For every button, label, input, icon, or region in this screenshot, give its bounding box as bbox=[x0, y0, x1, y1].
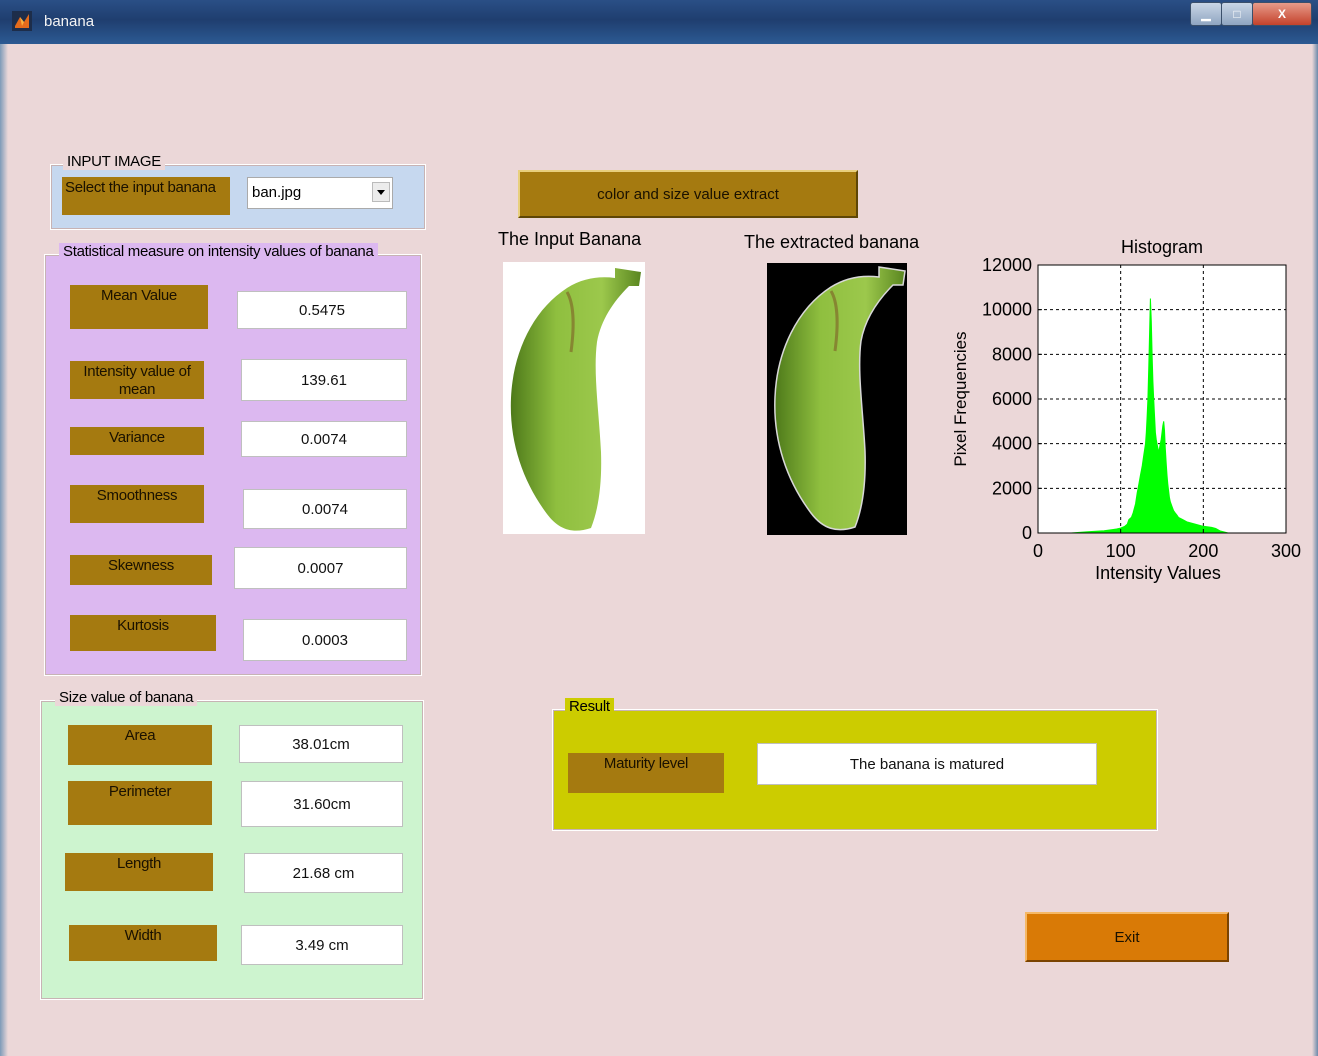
input-image-panel-title: INPUT IMAGE bbox=[63, 153, 165, 170]
smoothness-field[interactable]: 0.0074 bbox=[243, 489, 407, 529]
chart-title: Histogram bbox=[1121, 237, 1203, 257]
y-axis-label: Pixel Frequencies bbox=[951, 331, 970, 466]
maturity-level-label: Maturity level bbox=[568, 753, 724, 793]
maturity-result-field[interactable]: The banana is matured bbox=[757, 743, 1097, 785]
input-banana-title: The Input Banana bbox=[498, 229, 642, 249]
x-tick-label: 100 bbox=[1106, 541, 1136, 561]
main-window: banana ▁ □ X INPUT IMAGE Select the inpu… bbox=[0, 0, 1318, 1056]
window-left-edge bbox=[0, 44, 8, 1056]
input-banana-image bbox=[503, 262, 645, 534]
y-tick-label: 12000 bbox=[982, 255, 1032, 275]
x-axis-label: Intensity Values bbox=[1095, 563, 1221, 583]
perimeter-field[interactable]: 31.60cm bbox=[241, 781, 403, 827]
statistics-panel-title: Statistical measure on intensity values … bbox=[59, 243, 378, 260]
input-image-panel: INPUT IMAGE Select the input banana ban.… bbox=[50, 153, 426, 230]
select-banana-label: Select the input banana bbox=[62, 177, 230, 215]
mean-value-field[interactable]: 0.5475 bbox=[237, 291, 407, 329]
y-tick-label: 10000 bbox=[982, 300, 1032, 320]
skewness-field[interactable]: 0.0007 bbox=[234, 547, 407, 589]
intensity-mean-label: Intensity value of mean bbox=[70, 361, 204, 399]
length-field[interactable]: 21.68 cm bbox=[244, 853, 403, 893]
minimize-button[interactable]: ▁ bbox=[1190, 2, 1222, 26]
variance-field[interactable]: 0.0074 bbox=[241, 421, 407, 457]
y-tick-label: 4000 bbox=[992, 434, 1032, 454]
area-label: Area bbox=[68, 725, 212, 765]
maximize-button[interactable]: □ bbox=[1221, 2, 1253, 26]
length-label: Length bbox=[65, 853, 213, 891]
perimeter-label: Perimeter bbox=[68, 781, 212, 825]
variance-label: Variance bbox=[70, 427, 204, 455]
width-label: Width bbox=[69, 925, 217, 961]
skewness-label: Skewness bbox=[70, 555, 212, 585]
window-controls: ▁ □ X bbox=[1190, 2, 1312, 26]
width-field[interactable]: 3.49 cm bbox=[241, 925, 403, 965]
size-panel: Size value of banana Area 38.01cm Perime… bbox=[40, 689, 424, 1000]
histogram-chart: 0 100 200 300 0 2000 4000 6000 8000 10000 12000 His… bbox=[951, 237, 1301, 583]
mean-value-label: Mean Value bbox=[70, 285, 208, 329]
matlab-icon bbox=[12, 11, 32, 31]
kurtosis-field[interactable]: 0.0003 bbox=[243, 619, 407, 661]
statistics-panel: Statistical measure on intensity values … bbox=[44, 243, 422, 676]
file-select-dropdown[interactable]: ban.jpg bbox=[247, 177, 393, 209]
file-select-value: ban.jpg bbox=[252, 184, 302, 201]
x-tick-label: 0 bbox=[1033, 541, 1043, 561]
chevron-down-icon bbox=[377, 190, 385, 195]
y-tick-label: 6000 bbox=[992, 389, 1032, 409]
result-panel-title: Result bbox=[565, 698, 614, 715]
smoothness-label: Smoothness bbox=[70, 485, 204, 523]
kurtosis-label: Kurtosis bbox=[70, 615, 216, 651]
y-tick-label: 2000 bbox=[992, 478, 1032, 498]
size-panel-title: Size value of banana bbox=[55, 689, 198, 706]
extracted-banana-image bbox=[767, 263, 907, 535]
exit-button[interactable]: Exit bbox=[1025, 912, 1229, 962]
window-right-edge bbox=[1312, 44, 1318, 1056]
x-tick-label: 300 bbox=[1271, 541, 1301, 561]
title-bar[interactable]: banana ▁ □ X bbox=[0, 0, 1318, 44]
x-tick-label: 200 bbox=[1188, 541, 1218, 561]
extract-button[interactable]: color and size value extract bbox=[518, 170, 858, 218]
area-field[interactable]: 38.01cm bbox=[239, 725, 403, 763]
window-title: banana bbox=[44, 13, 95, 30]
y-tick-label: 0 bbox=[1022, 523, 1032, 543]
close-button[interactable]: X bbox=[1252, 2, 1312, 26]
result-panel: Result Maturity level The banana is matu… bbox=[552, 698, 1158, 831]
y-tick-label: 8000 bbox=[992, 344, 1032, 364]
dropdown-arrow-icon[interactable] bbox=[372, 182, 390, 202]
intensity-mean-field[interactable]: 139.61 bbox=[241, 359, 407, 401]
extracted-banana-title: The extracted banana bbox=[744, 232, 920, 252]
